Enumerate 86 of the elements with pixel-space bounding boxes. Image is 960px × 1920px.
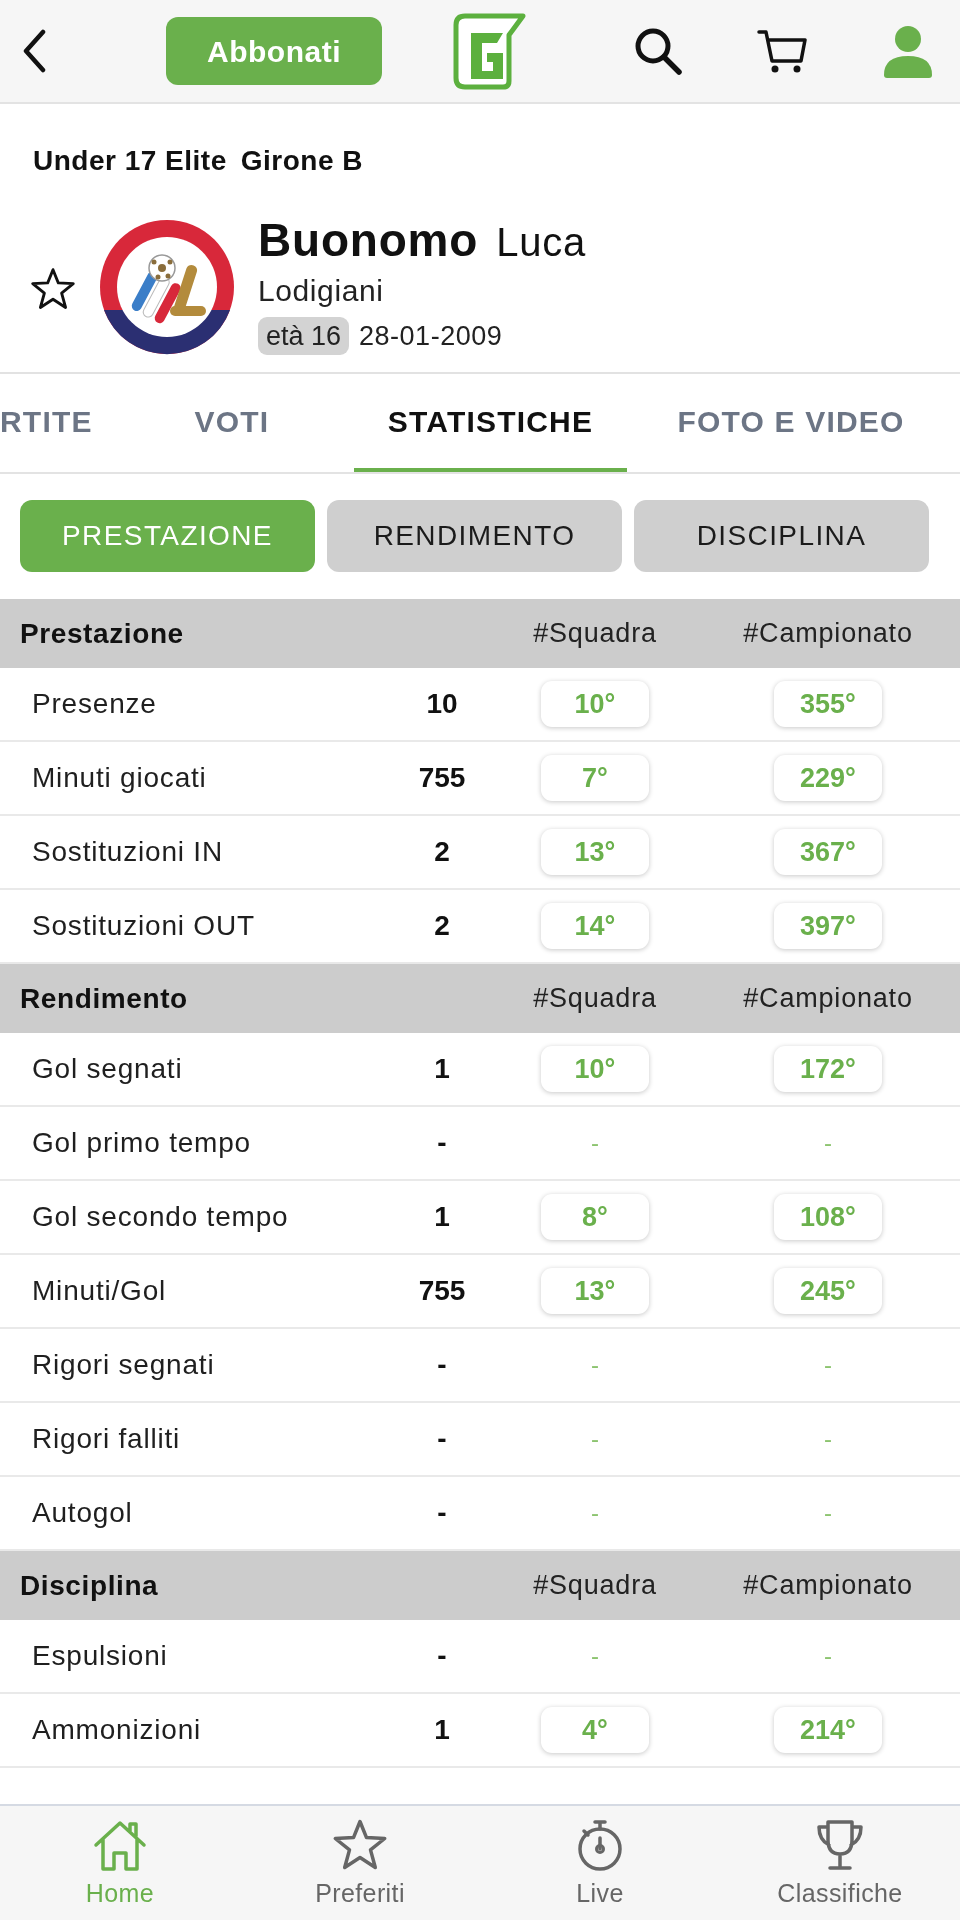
stat-label: Sostituzioni IN (31, 835, 224, 869)
league-rank: 229° (774, 755, 882, 801)
cart-icon[interactable] (757, 28, 808, 74)
column-heading: #Campionato (743, 1569, 913, 1603)
stat-label: Gol primo tempo (31, 1126, 252, 1160)
nav-item[interactable]: Preferiti (240, 1806, 480, 1920)
nav-item[interactable]: Classifiche (720, 1806, 960, 1920)
section-title: Rendimento (19, 981, 189, 1016)
player-surname: Buonomo (258, 215, 479, 266)
team-rank: 4° (541, 1707, 649, 1753)
stat-label: Autogol (31, 1496, 134, 1530)
stat-value: 1 (434, 1052, 450, 1086)
stat-value: 1 (434, 1200, 450, 1234)
star-icon (332, 1818, 388, 1872)
league-rank: - (824, 1350, 832, 1380)
column-heading: #Squadra (533, 1569, 657, 1603)
league-rank: 355° (774, 681, 882, 727)
stat-label: Presenze (31, 687, 158, 721)
team-rank: - (591, 1350, 599, 1380)
stat-label: Gol segnati (31, 1052, 184, 1086)
team-rank: 13° (541, 1268, 649, 1314)
favorite-star-icon[interactable] (30, 267, 76, 311)
team-rank: 13° (541, 829, 649, 875)
stat-value: 755 (418, 1274, 466, 1308)
stat-label: Rigori falliti (31, 1422, 182, 1456)
team-rank: - (591, 1641, 599, 1671)
home-icon (92, 1818, 148, 1872)
team-rank: - (591, 1424, 599, 1454)
column-heading: #Squadra (533, 982, 657, 1016)
league-rank: 172° (774, 1046, 882, 1092)
stat-value: - (437, 1348, 447, 1382)
league-rank: 367° (774, 829, 882, 875)
stat-label: Gol secondo tempo (31, 1200, 290, 1234)
stat-value: - (437, 1422, 447, 1456)
team-rank: 8° (541, 1194, 649, 1240)
league-rank: - (824, 1128, 832, 1158)
stopwatch-icon (575, 1818, 625, 1872)
team-rank: 14° (541, 903, 649, 949)
league-rank: - (824, 1424, 832, 1454)
team-rank: 7° (541, 755, 649, 801)
league-rank: 108° (774, 1194, 882, 1240)
stat-value: 10 (426, 687, 458, 721)
group-title: Girone B (240, 144, 363, 178)
stat-label: Ammonizioni (31, 1713, 203, 1747)
stat-value: 2 (434, 909, 450, 943)
back-icon[interactable] (22, 29, 47, 73)
tab[interactable]: STATISTICHE (354, 374, 627, 472)
player-first-name: Luca (496, 219, 587, 266)
nav-item[interactable]: Live (480, 1806, 720, 1920)
league-rank: 214° (774, 1707, 882, 1753)
stat-label: Minuti/Gol (31, 1274, 168, 1308)
stat-label: Sostituzioni OUT (31, 909, 256, 943)
club-crest-icon (98, 218, 236, 356)
section-title: Prestazione (19, 616, 185, 651)
column-heading: #Campionato (743, 982, 913, 1016)
logo-icon[interactable] (453, 12, 526, 90)
stat-value: 755 (418, 761, 466, 795)
team-rank: 10° (541, 681, 649, 727)
column-heading: #Campionato (743, 617, 913, 651)
tab[interactable]: FOTO E VIDEO (627, 374, 955, 472)
stat-value: - (437, 1639, 447, 1673)
stat-label: Minuti giocati (31, 761, 208, 795)
tab[interactable]: VOTI (110, 374, 354, 472)
stat-label: Rigori segnati (31, 1348, 216, 1382)
filter-button[interactable]: RENDIMENTO (327, 500, 622, 572)
column-heading: #Squadra (533, 617, 657, 651)
age-badge: età 16 (258, 317, 350, 356)
league-rank: 245° (774, 1268, 882, 1314)
section-title: Disciplina (19, 1568, 160, 1603)
team-rank: - (591, 1498, 599, 1528)
stat-value: 2 (434, 835, 450, 869)
birth-date: 28-01-2009 (359, 320, 503, 353)
stat-label: Espulsioni (31, 1639, 169, 1673)
stat-value: 1 (434, 1713, 450, 1747)
team-name: Lodigiani (258, 273, 385, 309)
league-rank: 397° (774, 903, 882, 949)
league-rank: - (824, 1641, 832, 1671)
competition-title: Under 17 Elite (33, 144, 227, 178)
team-rank: 10° (541, 1046, 649, 1092)
team-rank: - (591, 1128, 599, 1158)
filter-button[interactable]: DISCIPLINA (634, 500, 929, 572)
tab[interactable]: RTITE (0, 374, 110, 472)
search-icon[interactable] (634, 27, 683, 75)
stat-value: - (437, 1496, 447, 1530)
stat-value: - (437, 1126, 447, 1160)
league-rank: - (824, 1498, 832, 1528)
